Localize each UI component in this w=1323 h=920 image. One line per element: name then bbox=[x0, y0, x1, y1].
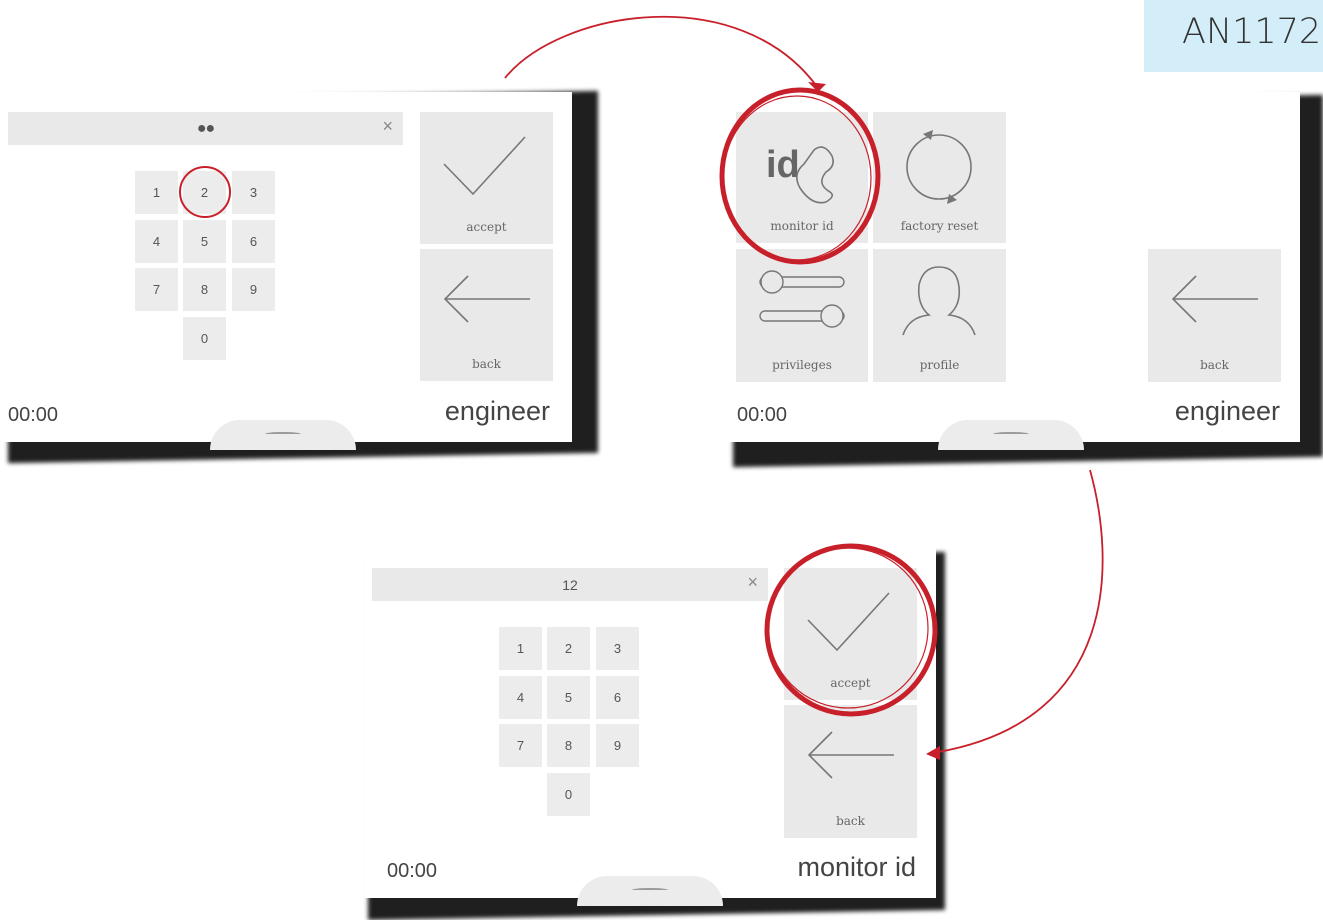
flow-arrowhead-2 bbox=[926, 746, 940, 760]
annotation-overlay bbox=[179, 15, 1104, 760]
flow-arrow-2 bbox=[937, 469, 1104, 753]
highlight-circle-key-2 bbox=[179, 166, 231, 218]
flow-arrow-1 bbox=[504, 15, 819, 89]
